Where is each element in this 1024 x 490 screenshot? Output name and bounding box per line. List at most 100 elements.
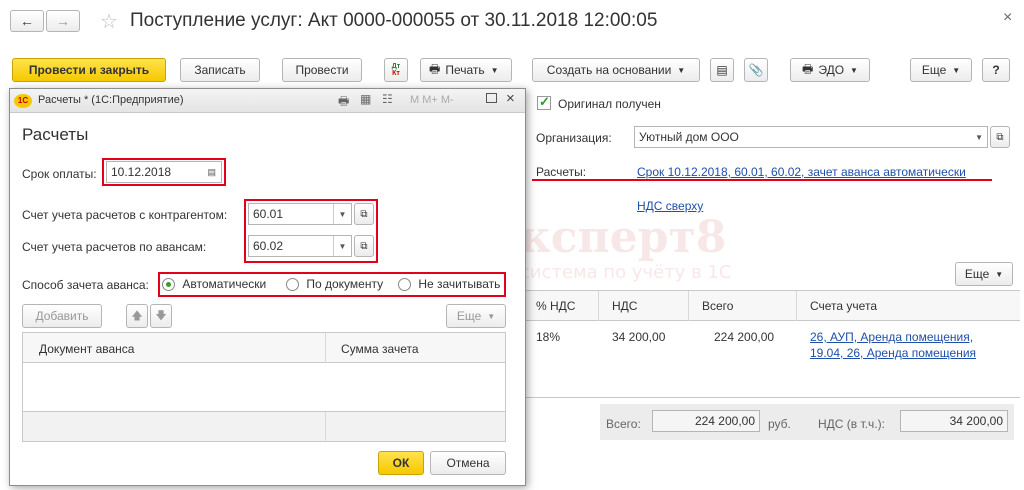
arrow-down-icon: 🡇	[155, 309, 167, 322]
advance-account-label: Счет учета расчетов по авансам:	[22, 240, 207, 254]
table-more-button[interactable]: Еще ▼	[955, 262, 1013, 286]
column-divider	[325, 412, 326, 442]
advance-offset-label: Способ зачета аванса:	[22, 278, 149, 292]
grid-header-row: Документ аванса Сумма зачета	[23, 333, 505, 363]
paperclip-icon: 📎	[748, 63, 764, 77]
cancel-button[interactable]: Отмена	[430, 451, 506, 475]
services-table: % НДС НДС Всего Счета учета 18% 34 200,0…	[526, 290, 1020, 398]
accounts-cell-line2[interactable]: 19.04, 26, Аренда помещения	[810, 346, 976, 360]
original-received-label: Оригинал получен	[558, 97, 661, 111]
currency-label: руб.	[768, 417, 791, 431]
payment-due-label: Срок оплаты:	[22, 167, 97, 181]
close-icon[interactable]: ×	[1003, 9, 1012, 27]
chevron-down-icon[interactable]: ▼	[333, 236, 351, 256]
post-button[interactable]: Провести	[282, 58, 362, 82]
favorite-star-icon[interactable]: ☆	[100, 9, 118, 34]
chevron-down-icon: ▼	[487, 311, 496, 321]
watermark-tagline: система по учёту в 1С	[520, 262, 732, 283]
column-header[interactable]: Сумма зачета	[341, 342, 419, 356]
organization-label: Организация:	[536, 131, 612, 145]
grid-more-label: Еще	[456, 309, 482, 323]
table-more-label: Еще	[964, 267, 990, 281]
advance-account-open-button[interactable]: ⧉	[354, 235, 374, 257]
column-header[interactable]: % НДС	[536, 299, 575, 313]
create-based-label: Создать на основании	[546, 63, 672, 77]
chevron-down-icon[interactable]: ▼	[975, 133, 983, 142]
grid-more-button[interactable]: Еще ▼	[446, 304, 506, 328]
advance-account-value: 60.02	[253, 239, 284, 253]
table-header-row: % НДС НДС Всего Счета учета	[526, 291, 1020, 321]
settlements-dialog: 1С Расчеты * (1С:Предприятие) 🖶 ▦ ☷ M M+…	[9, 88, 526, 486]
settlements-link[interactable]: Срок 10.12.2018, 60.01, 60.02, зачет ава…	[637, 165, 966, 179]
original-received-checkbox[interactable]: ✓	[537, 94, 551, 110]
total-cell: 224 200,00	[714, 330, 775, 344]
open-icon: ⧉	[360, 240, 368, 252]
more-button[interactable]: Еще ▼	[910, 58, 972, 82]
organization-value: Уютный дом ООО	[639, 130, 739, 144]
help-button[interactable]: ?	[982, 58, 1010, 82]
vat-total-label: НДС (в т.ч.):	[818, 417, 885, 431]
post-and-close-button[interactable]: Провести и закрыть	[12, 58, 166, 82]
column-header[interactable]: НДС	[612, 299, 637, 313]
print-preview-icon[interactable]: 🖶	[338, 92, 349, 113]
dt-kt-button[interactable]: Дт Кт	[384, 58, 408, 82]
close-icon[interactable]: ×	[506, 90, 515, 107]
vat-link[interactable]: НДС сверху	[637, 199, 703, 213]
open-icon: ⧉	[996, 131, 1004, 143]
back-button[interactable]: ←	[10, 10, 44, 32]
print-button[interactable]: 🖶 Печать ▼	[420, 58, 512, 82]
column-header[interactable]: Всего	[702, 299, 733, 313]
dialog-heading: Расчеты	[22, 125, 89, 144]
window-title: Поступление услуг: Акт 0000-000055 от 30…	[130, 10, 658, 31]
column-header[interactable]: Документ аванса	[39, 342, 134, 356]
edo-button[interactable]: 🖶 ЭДО ▼	[790, 58, 870, 82]
arrow-right-icon: →	[56, 13, 70, 29]
structure-button[interactable]: ▤	[710, 58, 734, 82]
structure-icon: ▤	[716, 63, 728, 77]
printer-icon: 🖶	[429, 61, 441, 76]
chevron-down-icon: ▼	[995, 269, 1004, 279]
table-row[interactable]: 18% 34 200,00 224 200,00 26, АУП, Аренда…	[526, 322, 1020, 362]
memory-buttons[interactable]: M M+ M-	[410, 94, 454, 106]
create-based-button[interactable]: Создать на основании ▼	[532, 58, 700, 82]
organization-field[interactable]: Уютный дом ООО ▼	[634, 126, 988, 148]
dt-kt-icon: Дт Кт	[391, 63, 401, 77]
advance-account-field[interactable]: 60.02 ▼	[248, 235, 352, 257]
maximize-icon[interactable]	[486, 93, 497, 103]
column-divider	[688, 291, 689, 321]
organization-open-button[interactable]: ⧉	[990, 126, 1010, 148]
arrow-left-icon: ←	[20, 13, 34, 29]
ok-button[interactable]: ОК	[378, 451, 424, 475]
dialog-titlebar[interactable]: 1С Расчеты * (1С:Предприятие) 🖶 ▦ ☷ M M+…	[10, 89, 525, 113]
add-button[interactable]: Добавить	[22, 304, 102, 328]
save-button[interactable]: Записать	[180, 58, 260, 82]
vat-rate-cell: 18%	[536, 330, 561, 344]
1c-logo-icon: 1С	[14, 94, 32, 108]
chevron-down-icon: ▼	[677, 65, 686, 75]
dialog-window-title: Расчеты * (1С:Предприятие)	[38, 94, 184, 106]
highlight-payment-due	[102, 158, 226, 186]
more-label: Еще	[921, 63, 947, 77]
column-divider	[598, 291, 599, 321]
total-value-field: 224 200,00	[652, 410, 760, 432]
highlight-advance-offset	[158, 272, 506, 297]
column-divider	[796, 291, 797, 321]
column-divider	[325, 333, 326, 363]
attach-button[interactable]: 📎	[744, 58, 768, 82]
move-down-button[interactable]: 🡇	[150, 304, 172, 328]
arrow-up-icon: 🡅	[131, 309, 143, 322]
edo-label: ЭДО	[818, 63, 845, 77]
advances-grid[interactable]: Документ аванса Сумма зачета	[22, 332, 506, 442]
chevron-down-icon: ▼	[850, 65, 858, 75]
calendar-icon[interactable]: ☷	[382, 92, 393, 106]
forward-button[interactable]: →	[46, 10, 80, 32]
vat-cell: 34 200,00	[612, 330, 666, 344]
vat-total-field: 34 200,00	[900, 410, 1008, 432]
settlements-label: Расчеты:	[536, 165, 587, 179]
accounts-cell-line1[interactable]: 26, АУП, Аренда помещения,	[810, 330, 973, 344]
total-value: 224 200,00	[694, 414, 755, 428]
calculator-icon[interactable]: ▦	[360, 92, 371, 106]
counterparty-account-label: Счет учета расчетов с контрагентом:	[22, 208, 228, 222]
column-header[interactable]: Счета учета	[810, 299, 877, 313]
move-up-button[interactable]: 🡅	[126, 304, 148, 328]
